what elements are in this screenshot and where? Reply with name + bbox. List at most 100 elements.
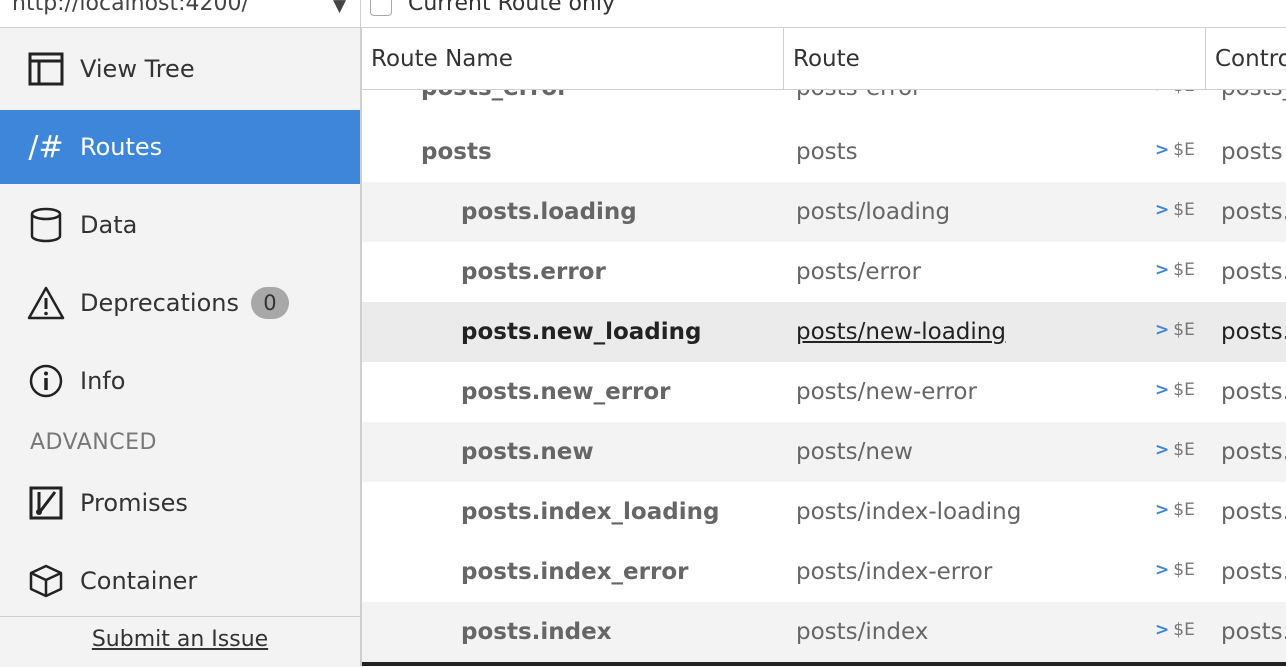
- column-header-route-name[interactable]: Route Name: [362, 28, 784, 89]
- submit-issue-link[interactable]: Submit an Issue: [0, 627, 360, 652]
- sidebar-item-container[interactable]: Container: [0, 544, 360, 618]
- sidebar-item-routes[interactable]: /# Routes: [0, 110, 360, 184]
- send-label: $E: [1173, 500, 1195, 520]
- route-name-cell: posts.index_error: [461, 559, 689, 585]
- table-row-current[interactable]: posts.new_loading posts/new-loading > $E …: [362, 302, 1286, 362]
- advanced-section-heading: ADVANCED: [30, 430, 157, 455]
- sidebar-item-view-tree[interactable]: View Tree: [0, 32, 360, 106]
- sidebar-item-label: Deprecations: [80, 289, 239, 317]
- chevron-right-icon: >: [1155, 260, 1170, 280]
- send-to-console-button[interactable]: >$E: [1155, 500, 1195, 520]
- sidebar-item-label: Promises: [80, 489, 188, 517]
- routes-icon: /#: [28, 129, 64, 165]
- sidebar-item-label: Container: [80, 567, 198, 595]
- chevron-right-icon: >: [1155, 500, 1170, 520]
- table-row[interactable]: posts.loading posts/loading >$E posts.lo…: [362, 182, 1286, 242]
- route-path-cell: posts/new-error: [796, 379, 977, 405]
- send-to-console-button[interactable]: >$E: [1155, 440, 1195, 460]
- database-icon: [26, 205, 66, 245]
- route-name-cell: posts.new_loading: [461, 319, 702, 345]
- controller-cell: posts.loading: [1221, 199, 1286, 225]
- top-toolbar: http://localhost:4200/ ▼ Current Route o…: [0, 0, 1286, 28]
- controller-cell: posts.index: [1221, 619, 1286, 645]
- controller-cell: posts.new: [1221, 439, 1286, 465]
- table-row[interactable]: posts posts > $E posts: [362, 122, 1286, 182]
- send-label: $E: [1173, 200, 1195, 220]
- table-row[interactable]: posts.index posts/index >$E posts.index: [362, 602, 1286, 662]
- route-path-cell: posts/index: [796, 619, 929, 645]
- route-path-cell: posts/error: [796, 259, 922, 285]
- column-header-route[interactable]: Route: [784, 28, 1206, 89]
- controller-cell: posts.index_error: [1221, 559, 1286, 585]
- sidebar-item-promises[interactable]: Promises: [0, 466, 360, 540]
- route-path-cell: posts/index-loading: [796, 499, 1022, 525]
- controller-cell: posts.index_loading: [1221, 499, 1286, 525]
- controller-cell: posts.error: [1221, 259, 1286, 285]
- route-path-cell: posts/new: [796, 439, 913, 465]
- info-icon: [26, 361, 66, 401]
- chevron-right-icon: >: [1155, 440, 1170, 460]
- route-name-cell: posts.error: [461, 259, 606, 285]
- sidebar-item-label: Data: [80, 211, 138, 239]
- sidebar-item-deprecations[interactable]: Deprecations 0: [0, 266, 360, 340]
- route-name-cell: posts.index: [461, 619, 612, 645]
- current-route-label: Current Route only: [408, 0, 616, 16]
- container-cube-icon: [26, 561, 66, 601]
- send-label: $E: [1173, 620, 1195, 640]
- controller-cell: posts.new_loading: [1221, 319, 1286, 345]
- send-to-console-button[interactable]: >$E: [1155, 560, 1195, 580]
- route-path-cell: posts/loading: [796, 199, 951, 225]
- controller-cell: posts.new_error: [1221, 379, 1286, 405]
- send-to-console-button[interactable]: >$E: [1155, 620, 1195, 640]
- sidebar-footer: Submit an Issue: [0, 616, 360, 667]
- send-to-console-button[interactable]: >$E: [1155, 380, 1195, 400]
- route-name-cell: posts.new_error: [461, 379, 671, 405]
- route-name-cell: posts: [421, 139, 492, 165]
- sidebar-item-label: Info: [80, 367, 126, 395]
- chevron-right-icon: >: [1155, 380, 1170, 400]
- deprecations-count-badge: 0: [250, 287, 289, 319]
- bottom-border: [362, 662, 1286, 666]
- sidebar: View Tree /# Routes Data Deprecations 0 …: [0, 28, 362, 667]
- route-name-cell: posts.loading: [461, 199, 637, 225]
- table-row[interactable]: posts.index_loading posts/index-loading …: [362, 482, 1286, 542]
- chevron-right-icon: >: [1155, 140, 1170, 160]
- chevron-right-icon: >: [1155, 320, 1170, 340]
- promises-icon: [26, 483, 66, 523]
- current-route-checkbox[interactable]: [370, 0, 392, 16]
- table-row[interactable]: posts.error posts/error >$E posts.error: [362, 242, 1286, 302]
- routes-table: posts_error posts-error >$E posts_error …: [362, 28, 1286, 666]
- send-to-console-button[interactable]: >$E: [1155, 260, 1195, 280]
- app-url-select[interactable]: http://localhost:4200/ ▼: [0, 0, 361, 27]
- route-path-cell: posts/index-error: [796, 559, 993, 585]
- chevron-right-icon: >: [1155, 200, 1170, 220]
- send-label: $E: [1173, 440, 1195, 460]
- app-url-value: http://localhost:4200/: [12, 0, 249, 16]
- sidebar-item-label: View Tree: [80, 55, 195, 83]
- table-row[interactable]: posts.new posts/new >$E posts.new: [362, 422, 1286, 482]
- route-path-link[interactable]: posts/new-loading: [796, 302, 1006, 362]
- table-row[interactable]: posts.new_error posts/new-error > $E post…: [362, 362, 1286, 422]
- send-label: $E: [1173, 380, 1195, 400]
- chevron-right-icon: >: [1155, 560, 1170, 580]
- send-to-console-button[interactable]: >$E: [1155, 320, 1195, 340]
- warning-icon: [26, 283, 66, 323]
- send-label: $E: [1173, 320, 1195, 340]
- send-label: $E: [1173, 560, 1195, 580]
- route-name-cell: posts.index_loading: [461, 499, 720, 525]
- send-to-console-button[interactable]: >$E: [1155, 140, 1195, 160]
- route-path-cell: posts: [796, 139, 858, 165]
- view-tree-icon: [26, 49, 66, 89]
- route-name-cell: posts.new: [461, 439, 594, 465]
- send-label: $E: [1173, 140, 1195, 160]
- chevron-right-icon: >: [1155, 620, 1170, 640]
- send-label: $E: [1173, 260, 1195, 280]
- chevron-down-icon[interactable]: ▼: [333, 0, 346, 16]
- routes-table-header: Route Name Route Controller: [362, 28, 1286, 90]
- send-to-console-button[interactable]: >$E: [1155, 200, 1195, 220]
- sidebar-item-data[interactable]: Data: [0, 188, 360, 262]
- controller-cell: posts: [1221, 139, 1283, 165]
- column-header-controller[interactable]: Controller: [1206, 28, 1286, 89]
- table-row[interactable]: posts.index_error posts/index-error > $E …: [362, 542, 1286, 602]
- sidebar-item-info[interactable]: Info: [0, 344, 360, 418]
